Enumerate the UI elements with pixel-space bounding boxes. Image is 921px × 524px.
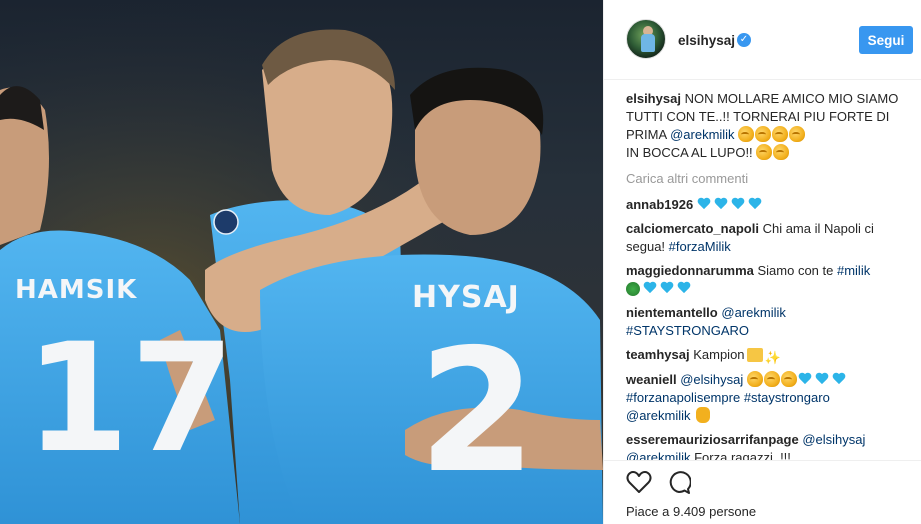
avatar[interactable] — [626, 19, 666, 59]
comment-username[interactable]: teamhysaj — [626, 347, 690, 362]
clover-icon — [626, 282, 640, 296]
sparkles-icon: ✨ — [764, 350, 781, 365]
comment-item: nientemantello @arekmilik #STAYSTRONGARO — [626, 304, 916, 340]
comment-mention[interactable]: @arekmilik — [721, 305, 785, 320]
post-side-panel: elsihysaj ✓ Segui elsihysaj NON MOLLARE … — [603, 0, 921, 524]
comment-username[interactable]: nientemantello — [626, 305, 718, 320]
blue-heart-icon — [697, 198, 711, 211]
comment-text: Forza ragazzi..!!! — [690, 450, 791, 460]
caption-text-2: IN BOCCA AL LUPO!! — [626, 145, 753, 160]
avatar-jersey — [641, 34, 655, 52]
flexed-biceps-icon — [763, 371, 780, 387]
flexed-biceps-icon — [772, 126, 789, 142]
caption-username[interactable]: elsihysaj — [626, 91, 681, 106]
jersey-right-number: 2 — [418, 313, 537, 511]
comment-mention[interactable]: @elsihysaj — [680, 372, 743, 387]
trophy-icon — [746, 348, 763, 362]
comment-hashtag[interactable]: #milik — [837, 263, 870, 278]
blue-heart-icon — [815, 373, 829, 386]
comment-item: weaniell @elsihysaj #forzanapolisempre #… — [626, 371, 916, 425]
flexed-biceps-icon — [746, 371, 763, 387]
flexed-biceps-icon — [755, 126, 772, 142]
comment-username[interactable]: annab1926 — [626, 197, 693, 212]
champions-league-badge — [213, 209, 239, 235]
comments-list[interactable]: elsihysaj NON MOLLARE AMICO MIO SIAMO TU… — [626, 90, 916, 460]
blue-heart-icon — [731, 198, 745, 211]
comment-text: Siamo con te — [757, 263, 837, 278]
comment-item: teamhysaj Kampion ✨ — [626, 346, 916, 365]
comment-item: calciomercato_napoli Chi ama il Napoli c… — [626, 220, 916, 256]
likes-count[interactable]: Piace a 9.409 persone — [626, 504, 756, 519]
post-photo[interactable]: HAMSIK 17 HYSAJ 2 — [0, 0, 603, 524]
photo-illustration: HAMSIK 17 HYSAJ 2 — [0, 0, 603, 524]
load-more-comments[interactable]: Carica altri commenti — [626, 170, 916, 188]
comment-text: Kampion — [693, 347, 745, 362]
blue-heart-icon — [714, 198, 728, 211]
flexed-biceps-icon — [756, 144, 773, 160]
blue-heart-icon — [643, 282, 657, 295]
jersey-left-name: HAMSIK — [15, 275, 137, 305]
follow-button[interactable]: Segui — [859, 26, 913, 54]
jersey-left-number: 17 — [25, 312, 236, 486]
flexed-biceps-icon — [780, 371, 797, 387]
comment-item: annab1926 — [626, 196, 916, 214]
comment-item: maggiedonnarumma Siamo con te #milik — [626, 262, 916, 298]
flexed-biceps-icon — [738, 126, 755, 142]
comment-hashtag[interactable]: #forzaMilik — [669, 239, 731, 254]
post-username[interactable]: elsihysaj — [678, 33, 735, 48]
post-header: elsihysaj ✓ Segui — [604, 0, 921, 80]
jersey-right-name: HYSAJ — [412, 280, 520, 315]
caption-mention[interactable]: @arekmilik — [670, 127, 734, 142]
comment-mention[interactable]: @elsihysaj — [802, 432, 865, 447]
comment-item: esseremauriziosarrifanpage @elsihysaj @a… — [626, 431, 916, 460]
comment-mention[interactable]: @arekmilik — [626, 408, 690, 423]
flexed-biceps-icon — [773, 144, 790, 160]
blue-heart-icon — [660, 282, 674, 295]
comment-username[interactable]: esseremauriziosarrifanpage — [626, 432, 799, 447]
caption: elsihysaj NON MOLLARE AMICO MIO SIAMO TU… — [626, 90, 916, 162]
blue-heart-icon — [748, 198, 762, 211]
verified-badge-icon: ✓ — [737, 33, 751, 47]
post-actions: Piace a 9.409 persone — [604, 460, 921, 524]
comment-hashtag[interactable]: #staystrongaro — [744, 390, 830, 405]
flexed-biceps-icon — [789, 126, 806, 142]
comment-username[interactable]: maggiedonnarumma — [626, 263, 754, 278]
heart-outline-icon[interactable] — [626, 470, 652, 494]
comment-username[interactable]: calciomercato_napoli — [626, 221, 759, 236]
comment-username[interactable]: weaniell — [626, 372, 677, 387]
comment-mention[interactable]: @arekmilik — [626, 450, 690, 460]
blue-heart-icon — [798, 373, 812, 386]
blue-heart-icon — [832, 373, 846, 386]
comment-hashtag[interactable]: #forzanapolisempre — [626, 390, 740, 405]
blue-heart-icon — [677, 282, 691, 295]
comment-bubble-icon[interactable] — [667, 470, 691, 494]
hand-icon — [696, 407, 711, 423]
comment-hashtag[interactable]: #STAYSTRONGARO — [626, 323, 749, 338]
